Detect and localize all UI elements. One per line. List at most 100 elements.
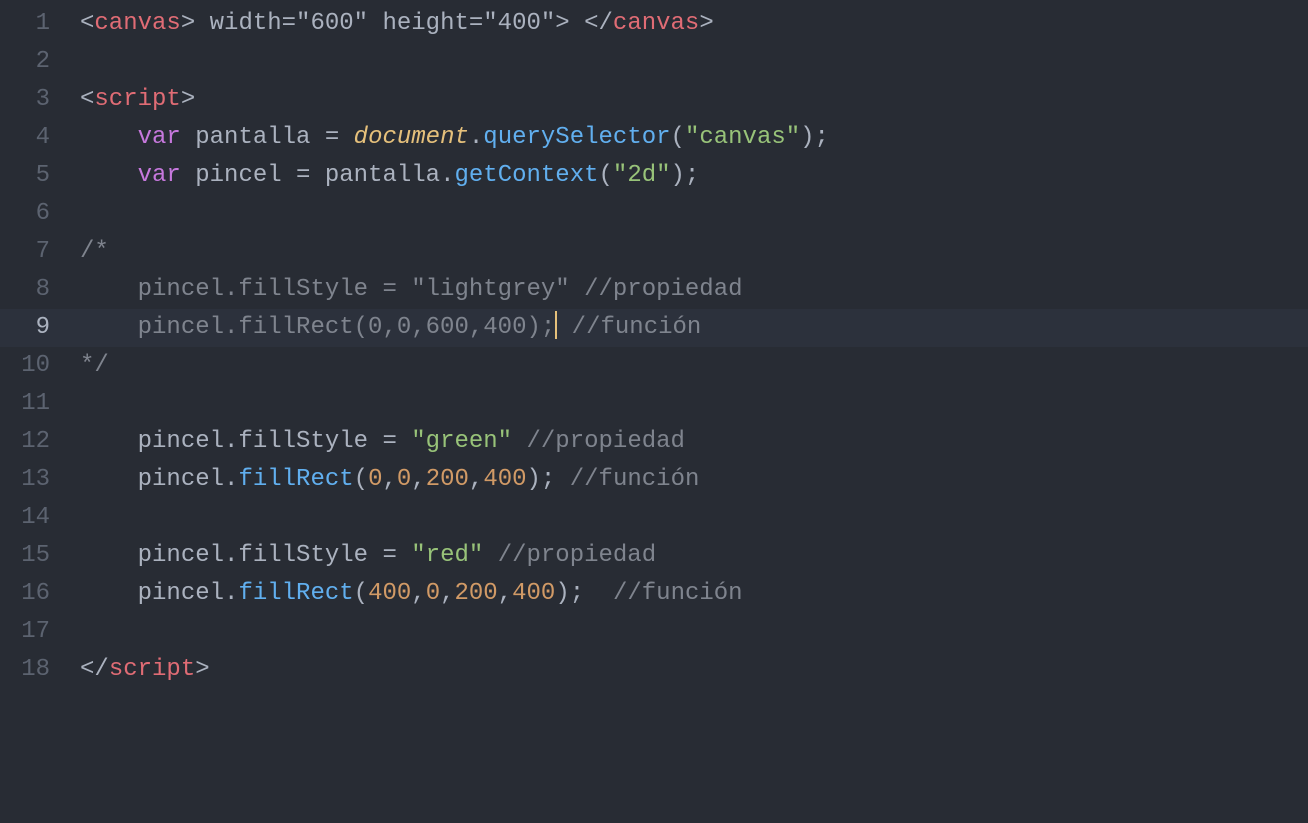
code-line[interactable]: pincel.fillStyle = "green" //propiedad [70,423,1308,461]
line-number: 1 [0,5,70,43]
code-token: pantalla [181,124,325,151]
line-number: 12 [0,423,70,461]
code-token: 0 [426,580,440,607]
line-number: 5 [0,157,70,195]
code-line[interactable]: pincel.fillRect(0,0,600,400); //función [70,309,1308,347]
code-token: canvas [613,10,699,37]
line-number: 3 [0,81,70,119]
line-number: 8 [0,271,70,309]
code-area[interactable]: <canvas> width="600" height="400"> </can… [70,0,1308,823]
code-token [80,124,138,151]
code-line[interactable]: pincel.fillStyle = "red" //propiedad [70,537,1308,575]
line-number: 9 [0,309,70,347]
code-token: , [469,466,483,493]
code-token: . [440,162,454,189]
code-token: "canvas" [685,124,800,151]
code-token: script [94,86,180,113]
code-editor[interactable]: 123456789101112131415161718 <canvas> wid… [0,0,1308,823]
code-token: ( [671,124,685,151]
code-token: //propiedad [527,428,685,455]
code-line[interactable]: var pincel = pantalla.getContext("2d"); [70,157,1308,195]
code-token: > [181,10,195,37]
line-number: 15 [0,537,70,575]
code-token: , [440,580,454,607]
code-token: ); [671,162,700,189]
code-line[interactable]: <canvas> width="600" height="400"> </can… [70,5,1308,43]
code-line[interactable] [70,43,1308,81]
line-number: 2 [0,43,70,81]
code-token [397,428,411,455]
code-token: querySelector [483,124,670,151]
code-token: 0 [397,466,411,493]
line-number: 7 [0,233,70,271]
code-token: /* [80,238,109,265]
code-token: . [224,580,238,607]
code-token: ( [354,466,368,493]
code-line[interactable]: pincel.fillRect(0,0,200,400); //función [70,461,1308,499]
code-line[interactable] [70,195,1308,233]
code-token: var [138,124,181,151]
code-token: pincel [80,466,224,493]
code-token: canvas [94,10,180,37]
code-token: pincel.fillStyle = "lightgrey" //propied… [80,276,743,303]
code-line[interactable]: <script> [70,81,1308,119]
code-token: = [325,124,339,151]
code-token: pantalla [310,162,440,189]
line-number-gutter: 123456789101112131415161718 [0,0,70,823]
code-token: ( [599,162,613,189]
code-line[interactable]: */ [70,347,1308,385]
code-token: ); [555,580,613,607]
code-token: . [469,124,483,151]
code-token: , [411,580,425,607]
code-token [483,542,497,569]
code-token: //propiedad [498,542,656,569]
code-token: //función [557,314,701,341]
code-line[interactable] [70,385,1308,423]
code-line[interactable] [70,499,1308,537]
line-number: 16 [0,575,70,613]
code-token: 400 [512,580,555,607]
code-token: < [80,10,94,37]
code-token: pincel.fillStyle [80,542,382,569]
code-token: . [224,466,238,493]
code-token [512,428,526,455]
line-number: 18 [0,651,70,689]
code-line[interactable] [70,613,1308,651]
code-line[interactable]: var pantalla = document.querySelector("c… [70,119,1308,157]
code-token [80,162,138,189]
code-line[interactable]: /* [70,233,1308,271]
code-token: var [138,162,181,189]
code-line[interactable]: pincel.fillRect(400,0,200,400); //funció… [70,575,1308,613]
code-token: 400 [368,580,411,607]
code-token: </ [80,656,109,683]
code-token: 200 [426,466,469,493]
code-token: > [181,86,195,113]
code-line[interactable]: pincel.fillStyle = "lightgrey" //propied… [70,271,1308,309]
code-token: pincel [80,580,224,607]
code-token: , [498,580,512,607]
code-token: ( [354,580,368,607]
line-number: 6 [0,195,70,233]
code-token: //función [613,580,743,607]
code-token: fillRect [238,580,353,607]
code-token: 400 [483,466,526,493]
code-token: width="600" height="400"> [195,10,584,37]
line-number: 4 [0,119,70,157]
code-token: > [195,656,209,683]
code-token: "2d" [613,162,671,189]
code-token: getContext [454,162,598,189]
line-number: 17 [0,613,70,651]
code-token: , [382,466,396,493]
code-token: fillRect [238,466,353,493]
code-token: pincel.fillStyle [80,428,382,455]
code-token: = [382,542,396,569]
code-token: document [354,124,469,151]
line-number: 10 [0,347,70,385]
code-token [339,124,353,151]
code-token: , [411,466,425,493]
code-line[interactable]: </script> [70,651,1308,689]
code-token: ); [527,466,570,493]
code-token: //función [570,466,700,493]
code-token: "red" [411,542,483,569]
code-token: = [382,428,396,455]
